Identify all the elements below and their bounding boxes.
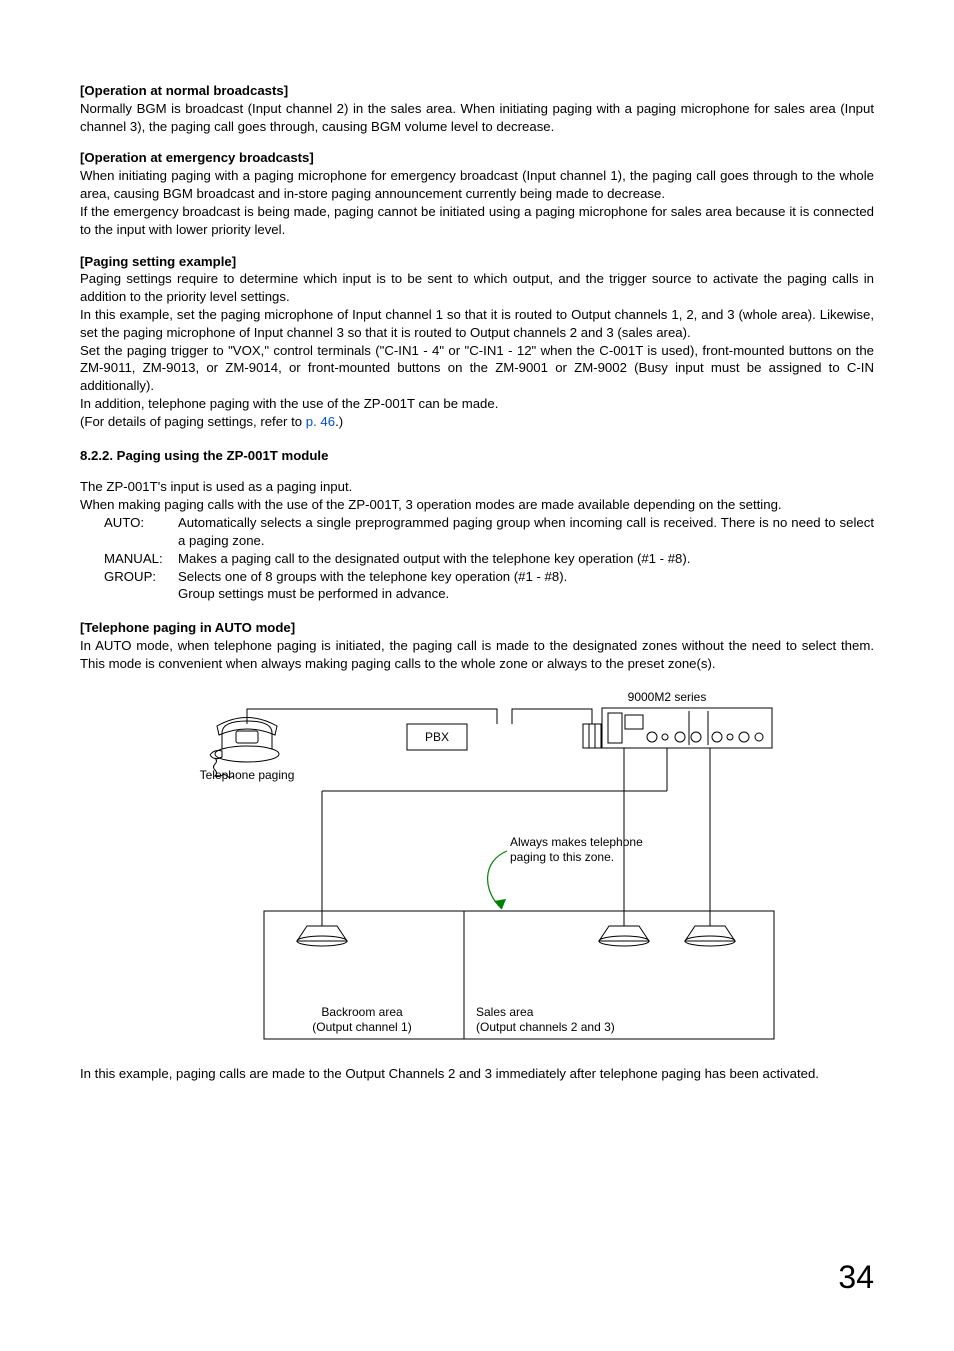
arrow-text-2: paging to this zone. (510, 850, 614, 864)
heading-paging-example: [Paging setting example] (80, 253, 874, 271)
zone-left-label-2: (Output channel 1) (312, 1020, 411, 1034)
line-tel-pbx (247, 709, 497, 724)
para-emerg-1: When initiating paging with a paging mic… (80, 167, 874, 203)
page-number: 34 (838, 1256, 874, 1299)
zone-left-label-1: Backroom area (321, 1005, 403, 1019)
arrow-text-1: Always makes telephone (510, 835, 643, 849)
para-page-2: In this example, set the paging micropho… (80, 306, 874, 342)
para-tel-auto-1: In AUTO mode, when telephone paging is i… (80, 637, 874, 673)
mode-group-val: Selects one of 8 groups with the telepho… (178, 568, 874, 586)
heading-normal-broadcasts: [Operation at normal broadcasts] (80, 82, 874, 100)
zone-right-label-2: (Output channels 2 and 3) (476, 1020, 615, 1034)
heading-tel-auto: [Telephone paging in AUTO mode] (80, 619, 874, 637)
mode-group-key: GROUP: (104, 568, 178, 586)
amp-box (602, 708, 772, 748)
link-p46[interactable]: p. 46 (306, 414, 335, 429)
telephone-paging-label: Telephone paging (200, 768, 295, 782)
mode-auto-key: AUTO: (104, 514, 178, 550)
para-closing: In this example, paging calls are made t… (80, 1065, 874, 1083)
speaker-right-2 (685, 911, 735, 946)
line-pbx-bridge (512, 709, 592, 724)
diagram-amp-label: 9000M2 series (628, 691, 707, 704)
para-page-3: Set the paging trigger to "VOX," control… (80, 342, 874, 395)
para-page-5: (For details of paging settings, refer t… (80, 413, 874, 431)
para-emerg-2: If the emergency broadcast is being made… (80, 203, 874, 239)
para-page-1: Paging settings require to determine whi… (80, 270, 874, 306)
para-page-5a: (For details of paging settings, refer t… (80, 414, 306, 429)
mode-manual-val: Makes a paging call to the designated ou… (178, 550, 874, 568)
zone-right-label-1: Sales area (476, 1005, 534, 1019)
para-822-1: The ZP-001T's input is used as a paging … (80, 478, 874, 496)
diagram-wrap: 9000M2 series PBX (162, 691, 792, 1051)
heading-822: 8.2.2. Paging using the ZP-001T module (80, 447, 874, 465)
mode-manual-key: MANUAL: (104, 550, 178, 568)
mode-auto-val: Automatically selects a single preprogra… (178, 514, 874, 550)
para-page-5b: .) (335, 414, 343, 429)
speaker-left (297, 911, 347, 946)
para-page-4: In addition, telephone paging with the u… (80, 395, 874, 413)
para-822-2: When making paging calls with the use of… (80, 496, 874, 514)
connector-box (583, 724, 601, 748)
para-normal-body: Normally BGM is broadcast (Input channel… (80, 100, 874, 136)
diagram-svg: 9000M2 series PBX (162, 691, 792, 1051)
pbx-label: PBX (425, 730, 449, 744)
speaker-right-1 (599, 911, 649, 946)
heading-emergency-broadcasts: [Operation at emergency broadcasts] (80, 149, 874, 167)
mode-group-val2: Group settings must be performed in adva… (104, 585, 874, 603)
